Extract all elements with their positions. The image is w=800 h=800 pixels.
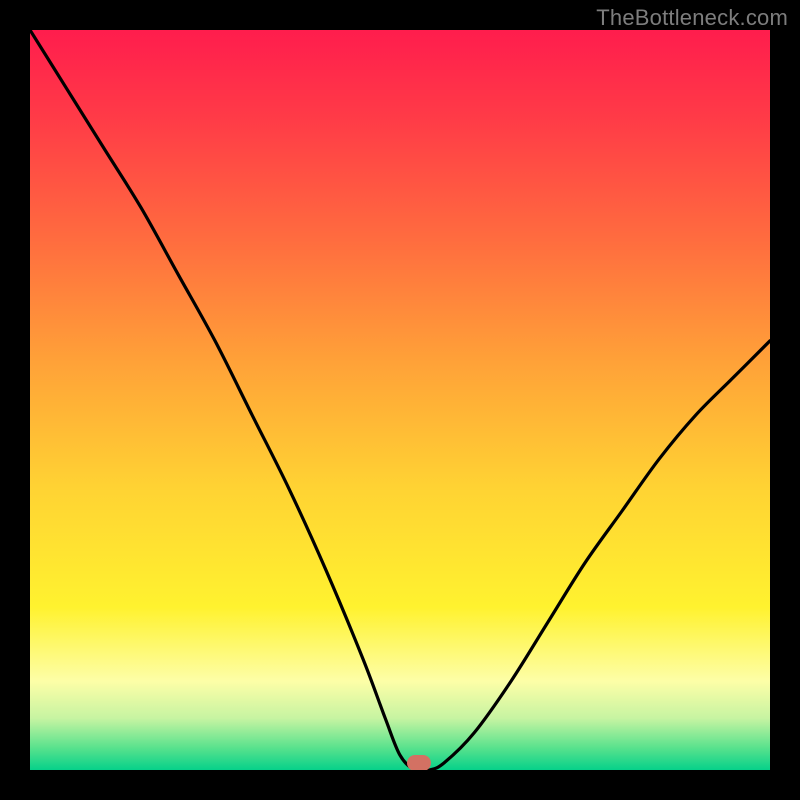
plot-area [30,30,770,770]
chart-frame: TheBottleneck.com [0,0,800,800]
optimal-point-marker [407,755,431,770]
watermark-text: TheBottleneck.com [596,5,788,31]
bottleneck-curve [30,30,770,770]
